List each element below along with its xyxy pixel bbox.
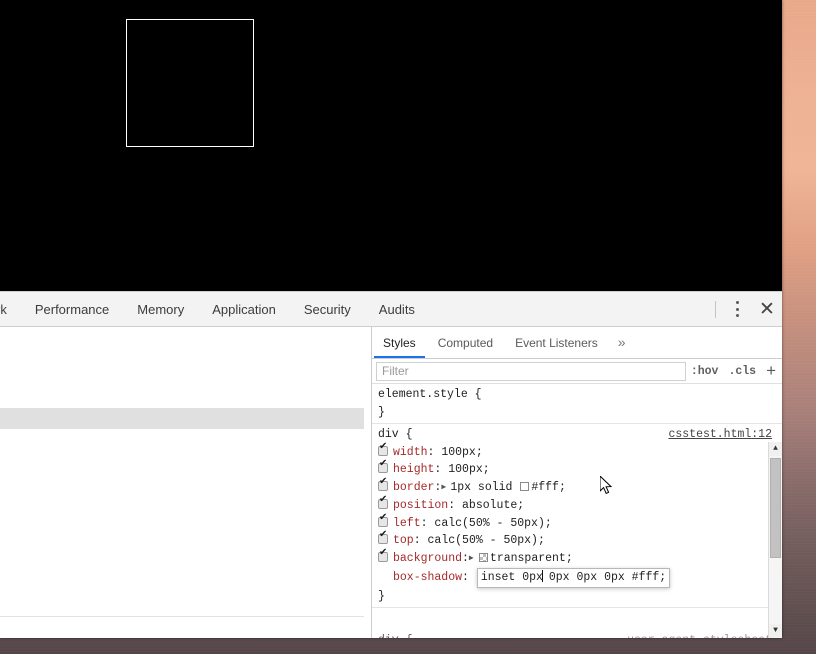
rule-source-link[interactable]: csstest.html:12 xyxy=(668,426,772,444)
property-colon: : xyxy=(448,499,456,512)
property-name: width xyxy=(393,445,428,459)
property-colon: : xyxy=(462,571,469,584)
scroll-down-arrow-icon[interactable]: ▼ xyxy=(769,624,782,638)
rule-selector-text: element.style { xyxy=(378,388,482,401)
rule-selector[interactable]: div { csstest.html:12 xyxy=(372,426,782,444)
css-property-top[interactable]: top: calc(50% - 50px); xyxy=(372,530,782,550)
property-name: height xyxy=(393,463,435,476)
css-property-width[interactable]: width: 100px; xyxy=(372,442,782,462)
property-value[interactable]: calc(50% - 50px); xyxy=(428,534,545,547)
close-icon-glyph: ✕ xyxy=(759,298,775,320)
tab-styles[interactable]: Styles xyxy=(372,327,427,358)
expand-shorthand-icon[interactable]: ▶ xyxy=(441,479,450,497)
property-colon: : xyxy=(413,534,421,547)
property-value[interactable]: absolute; xyxy=(462,499,524,512)
tab-network-clipped[interactable]: rk xyxy=(0,292,21,327)
styles-pane: Styles Computed Event Listeners » :hov .… xyxy=(372,327,782,638)
rule-closing-brace: } xyxy=(378,589,385,603)
property-enabled-checkbox[interactable] xyxy=(378,442,388,456)
property-colon: : xyxy=(434,480,442,494)
page-viewport[interactable] xyxy=(0,0,782,291)
property-enabled-checkbox[interactable] xyxy=(378,459,388,473)
property-value-editor[interactable]: inset 0px 0px 0px 0px #fff; xyxy=(476,568,671,588)
elements-pane-divider xyxy=(0,616,371,617)
new-style-rule-button[interactable]: + xyxy=(761,362,779,381)
browser-window: rk Performance Memory Application Securi… xyxy=(0,0,782,638)
rule-div-user-agent[interactable]: div { user agent stylesheet xyxy=(372,632,782,638)
editor-text-before-caret: inset 0px xyxy=(480,571,543,584)
toolbar-divider xyxy=(715,300,716,318)
hov-toggle-button[interactable]: :hov xyxy=(686,365,724,378)
property-value[interactable]: transparent; xyxy=(490,552,573,565)
css-property-height[interactable]: height: 100px; xyxy=(372,459,782,479)
property-name: box-shadow xyxy=(393,571,463,584)
styles-pane-scrollbar[interactable]: ▲ ▼ xyxy=(768,442,782,638)
rule-selector[interactable]: element.style { xyxy=(372,386,782,404)
styles-filter-toolbar: :hov .cls + xyxy=(372,359,782,384)
property-enabled-checkbox[interactable] xyxy=(378,477,388,491)
property-value[interactable]: calc(50% - 50px); xyxy=(434,517,551,530)
property-value[interactable]: 100px; xyxy=(441,446,482,459)
rule-div[interactable]: div { csstest.html:12 width: 100px; heig… xyxy=(372,424,782,608)
property-value[interactable]: #fff; xyxy=(531,481,566,494)
css-property-position[interactable]: position: absolute; xyxy=(372,495,782,515)
property-enabled-checkbox[interactable] xyxy=(378,513,388,527)
scroll-up-arrow-icon[interactable]: ▲ xyxy=(769,442,782,456)
expand-shorthand-icon[interactable]: ▶ xyxy=(469,550,478,568)
rule-selector-text: div { xyxy=(378,634,413,638)
elements-tree-pane[interactable] xyxy=(0,327,372,638)
property-name: top xyxy=(393,534,414,547)
property-colon: : xyxy=(420,516,428,530)
close-icon[interactable]: ✕ xyxy=(752,292,782,327)
rule-source-label: user agent stylesheet xyxy=(627,632,772,638)
tab-computed[interactable]: Computed xyxy=(427,327,504,358)
property-name: background xyxy=(393,551,463,565)
styles-sidebar-tabbar: Styles Computed Event Listeners » xyxy=(372,327,782,359)
css-property-background[interactable]: background:▶ transparent; xyxy=(372,548,782,569)
property-name: border xyxy=(393,480,435,494)
property-enabled-checkbox[interactable] xyxy=(378,530,388,544)
editor-text-after-caret: 0px 0px 0px #fff; xyxy=(541,571,667,584)
property-value[interactable]: 100px; xyxy=(448,463,489,476)
tab-event-listeners[interactable]: Event Listeners xyxy=(504,327,609,358)
color-swatch-transparent[interactable] xyxy=(478,552,488,562)
filter-input[interactable] xyxy=(376,361,686,381)
kebab-dot xyxy=(735,307,739,311)
tab-application[interactable]: Application xyxy=(198,292,290,327)
devtools-panel: rk Performance Memory Application Securi… xyxy=(0,291,782,638)
tab-memory[interactable]: Memory xyxy=(123,292,198,327)
css-property-left[interactable]: left: calc(50% - 50px); xyxy=(372,513,782,533)
css-property-border[interactable]: border:▶1px solid #fff; xyxy=(372,477,782,498)
devtools-main-tabbar: rk Performance Memory Application Securi… xyxy=(0,292,782,327)
css-property-box-shadow[interactable]: box-shadow: inset 0px 0px 0px 0px #fff; xyxy=(372,568,782,588)
rule-element-style[interactable]: element.style { } xyxy=(372,384,782,424)
css-rules-list[interactable]: element.style { } div { csstest.html:12 … xyxy=(372,384,782,638)
elements-tree-selected-row[interactable] xyxy=(0,408,371,429)
property-enabled-checkbox[interactable] xyxy=(378,495,388,509)
elements-pane-scrollbar[interactable] xyxy=(364,327,371,638)
color-swatch-white[interactable] xyxy=(520,481,530,491)
property-colon: : xyxy=(427,445,435,459)
property-colon: : xyxy=(462,551,469,565)
rule-closing-brace: } xyxy=(378,405,385,419)
cls-toggle-button[interactable]: .cls xyxy=(723,365,761,378)
rule-selector-text: div { xyxy=(378,428,413,441)
property-name: left xyxy=(393,516,421,530)
property-name: position xyxy=(393,499,449,512)
tab-security[interactable]: Security xyxy=(290,292,365,327)
kebab-dot xyxy=(735,301,739,305)
kebab-menu-icon[interactable] xyxy=(722,292,752,327)
tab-performance[interactable]: Performance xyxy=(21,292,123,327)
scrollbar-thumb[interactable] xyxy=(770,458,781,558)
kebab-dot xyxy=(735,313,739,317)
property-value-prefix: 1px solid xyxy=(450,480,520,494)
property-colon: : xyxy=(434,463,442,476)
tab-audits[interactable]: Audits xyxy=(365,292,429,327)
devtools-body: Styles Computed Event Listeners » :hov .… xyxy=(0,327,782,638)
property-enabled-checkbox[interactable] xyxy=(378,548,388,562)
test-div-element[interactable] xyxy=(126,19,254,147)
more-tabs-chevron-icon[interactable]: » xyxy=(609,327,635,358)
